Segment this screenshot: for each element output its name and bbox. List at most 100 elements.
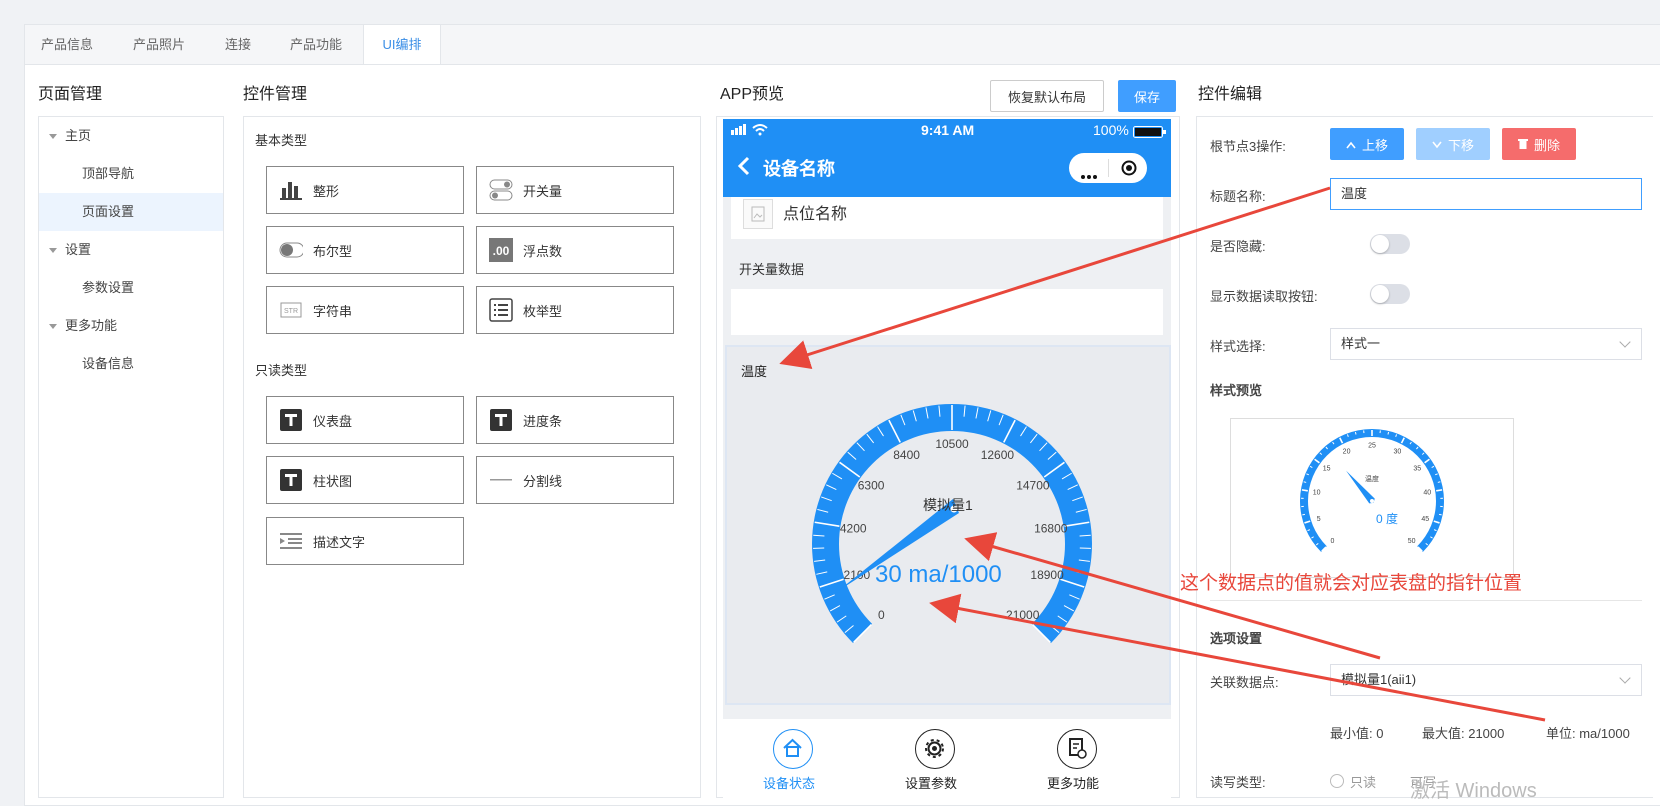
tree-item-top-nav[interactable]: 顶部导航 bbox=[39, 155, 223, 193]
read-button-toggle[interactable] bbox=[1370, 284, 1410, 304]
document-clock-icon[interactable] bbox=[1057, 729, 1097, 769]
point-name-text: 点位名称 bbox=[783, 200, 847, 224]
gauge-tick-label: 21000 bbox=[1006, 608, 1040, 622]
ctrl-label: 描述文字 bbox=[313, 532, 365, 551]
battery-icon bbox=[1133, 125, 1167, 141]
gauge-card-title: 温度 bbox=[741, 361, 767, 380]
chevron-down-icon bbox=[1432, 137, 1442, 152]
ctrl-switch[interactable]: 开关量 bbox=[476, 166, 674, 214]
capsule-divider bbox=[1108, 159, 1109, 177]
ctrl-divider[interactable]: 分割线 bbox=[476, 456, 674, 504]
delete-label: 删除 bbox=[1534, 135, 1560, 154]
hidden-toggle[interactable] bbox=[1370, 234, 1410, 254]
min-value-text: 最小值: 0 bbox=[1330, 723, 1383, 742]
reset-layout-button[interactable]: 恢复默认布局 bbox=[990, 80, 1104, 112]
tab-connection[interactable]: 连接 bbox=[225, 25, 251, 65]
datapoint-select[interactable]: 模拟量1(aii1) bbox=[1330, 664, 1642, 696]
ctrl-integer[interactable]: 整形 bbox=[266, 166, 464, 214]
save-button[interactable]: 保存 bbox=[1118, 80, 1176, 112]
capsule-menu[interactable] bbox=[1069, 153, 1147, 183]
tree-label: 页面设置 bbox=[82, 204, 134, 219]
tree-item-more[interactable]: 更多功能 bbox=[39, 307, 223, 345]
tab-ui-layout[interactable]: UI编排 bbox=[363, 25, 441, 66]
move-down-button[interactable]: 下移 bbox=[1416, 128, 1490, 160]
chevron-down-icon bbox=[1619, 672, 1630, 683]
point-name-card: 点位名称 bbox=[731, 197, 1163, 239]
tab-product-info[interactable]: 产品信息 bbox=[41, 25, 93, 65]
close-target-icon[interactable] bbox=[1121, 160, 1137, 181]
options-label: 选项设置 bbox=[1210, 628, 1262, 647]
readonly-radio-label: 只读 bbox=[1350, 772, 1376, 791]
gauge-tick-label: 25 bbox=[1368, 442, 1376, 449]
bar-chart-icon bbox=[279, 178, 303, 202]
tab-product-functions[interactable]: 产品功能 bbox=[290, 25, 342, 65]
more-dots-icon[interactable] bbox=[1081, 166, 1097, 184]
basic-types-label: 基本类型 bbox=[255, 130, 307, 149]
tab-device-status[interactable]: 设备状态 bbox=[763, 773, 815, 792]
ctrl-edit-title: 控件编辑 bbox=[1198, 80, 1262, 104]
tree-item-param-settings[interactable]: 参数设置 bbox=[39, 269, 223, 307]
gauge-tick-label: 6300 bbox=[858, 478, 885, 492]
ctrl-label: 枚举型 bbox=[523, 301, 562, 320]
ctrl-label: 字符串 bbox=[313, 301, 352, 320]
phone-tab-bar: 设备状态 设置参数 更多功能 bbox=[723, 719, 1171, 799]
ctrl-mgmt-title: 控件管理 bbox=[243, 80, 307, 104]
gauge-dial: 0210042006300840010500126001470016800189… bbox=[787, 387, 1117, 697]
ctrl-description-text[interactable]: 描述文字 bbox=[266, 517, 464, 565]
gauge-tick-label: 0 bbox=[878, 608, 885, 622]
move-up-button[interactable]: 上移 bbox=[1330, 128, 1404, 160]
gauge-tick-label: 0 bbox=[1330, 538, 1334, 545]
ctrl-boolean[interactable]: 布尔型 bbox=[266, 226, 464, 274]
tree-label: 主页 bbox=[65, 128, 91, 143]
switch-data-card bbox=[731, 289, 1163, 335]
section-divider bbox=[1210, 600, 1642, 601]
tree-item-device-info[interactable]: 设备信息 bbox=[39, 345, 223, 383]
gear-icon[interactable] bbox=[915, 729, 955, 769]
style-select[interactable]: 样式一 bbox=[1330, 328, 1642, 360]
caret-down-icon bbox=[49, 324, 57, 329]
ctrl-progress[interactable]: 进度条 bbox=[476, 396, 674, 444]
style-preview-label: 样式预览 bbox=[1210, 380, 1262, 399]
gauge-tick bbox=[1080, 535, 1091, 536]
gauge-tick-label: 35 bbox=[1413, 466, 1421, 473]
gauge-tick bbox=[1438, 482, 1441, 483]
chevron-down-icon bbox=[1619, 336, 1630, 347]
title-name-input[interactable]: 温度 bbox=[1330, 178, 1642, 210]
signal-icon bbox=[731, 122, 771, 139]
hidden-label: 是否隐藏: bbox=[1210, 236, 1266, 255]
gauge-tick-label: 30 bbox=[1394, 449, 1402, 456]
chevron-up-icon bbox=[1346, 137, 1356, 152]
gauge-card[interactable]: 温度 0210042006300840010500126001470016800… bbox=[725, 345, 1171, 705]
delete-button[interactable]: 删除 bbox=[1502, 128, 1576, 160]
tree-item-home[interactable]: 主页 bbox=[39, 117, 223, 155]
ctrl-gauge[interactable]: 仪表盘 bbox=[266, 396, 464, 444]
toggle-icon bbox=[279, 238, 303, 262]
tab-product-photos[interactable]: 产品照片 bbox=[133, 25, 185, 65]
ctrl-float[interactable]: .00 浮点数 bbox=[476, 226, 674, 274]
text-t-icon bbox=[489, 408, 513, 432]
home-icon[interactable] bbox=[773, 729, 813, 769]
ctrl-label: 分割线 bbox=[523, 471, 562, 490]
trash-icon bbox=[1518, 137, 1528, 152]
ctrl-enum[interactable]: 枚举型 bbox=[476, 286, 674, 334]
tab-more-functions[interactable]: 更多功能 bbox=[1047, 773, 1099, 792]
divider-icon bbox=[489, 468, 513, 492]
tree-item-settings[interactable]: 设置 bbox=[39, 231, 223, 269]
phone-nav-bar: 设备名称 bbox=[723, 141, 1171, 197]
readonly-radio[interactable] bbox=[1330, 774, 1344, 788]
tab-settings-params[interactable]: 设置参数 bbox=[905, 773, 957, 792]
ctrl-label: 进度条 bbox=[523, 411, 562, 430]
max-value-text: 最大值: 21000 bbox=[1422, 723, 1504, 742]
tree-label: 设备信息 bbox=[82, 356, 134, 371]
gauge-hub bbox=[1370, 499, 1374, 503]
ctrl-bar-chart[interactable]: 柱状图 bbox=[266, 456, 464, 504]
gauge-tick bbox=[1388, 432, 1389, 435]
tree-item-page-settings[interactable]: 页面设置 bbox=[39, 193, 223, 231]
svg-text:STR: STR bbox=[284, 308, 298, 315]
ctrl-string[interactable]: STR 字符串 bbox=[266, 286, 464, 334]
phone-preview: 9:41 AM 100% 设备名称 点位名称 开关量数据 温度 02100420… bbox=[723, 119, 1171, 799]
decimal-icon: .00 bbox=[489, 238, 513, 262]
tree-label: 顶部导航 bbox=[82, 166, 134, 181]
back-icon[interactable] bbox=[737, 155, 751, 182]
read-button-label: 显示数据读取按钮: bbox=[1210, 286, 1318, 305]
